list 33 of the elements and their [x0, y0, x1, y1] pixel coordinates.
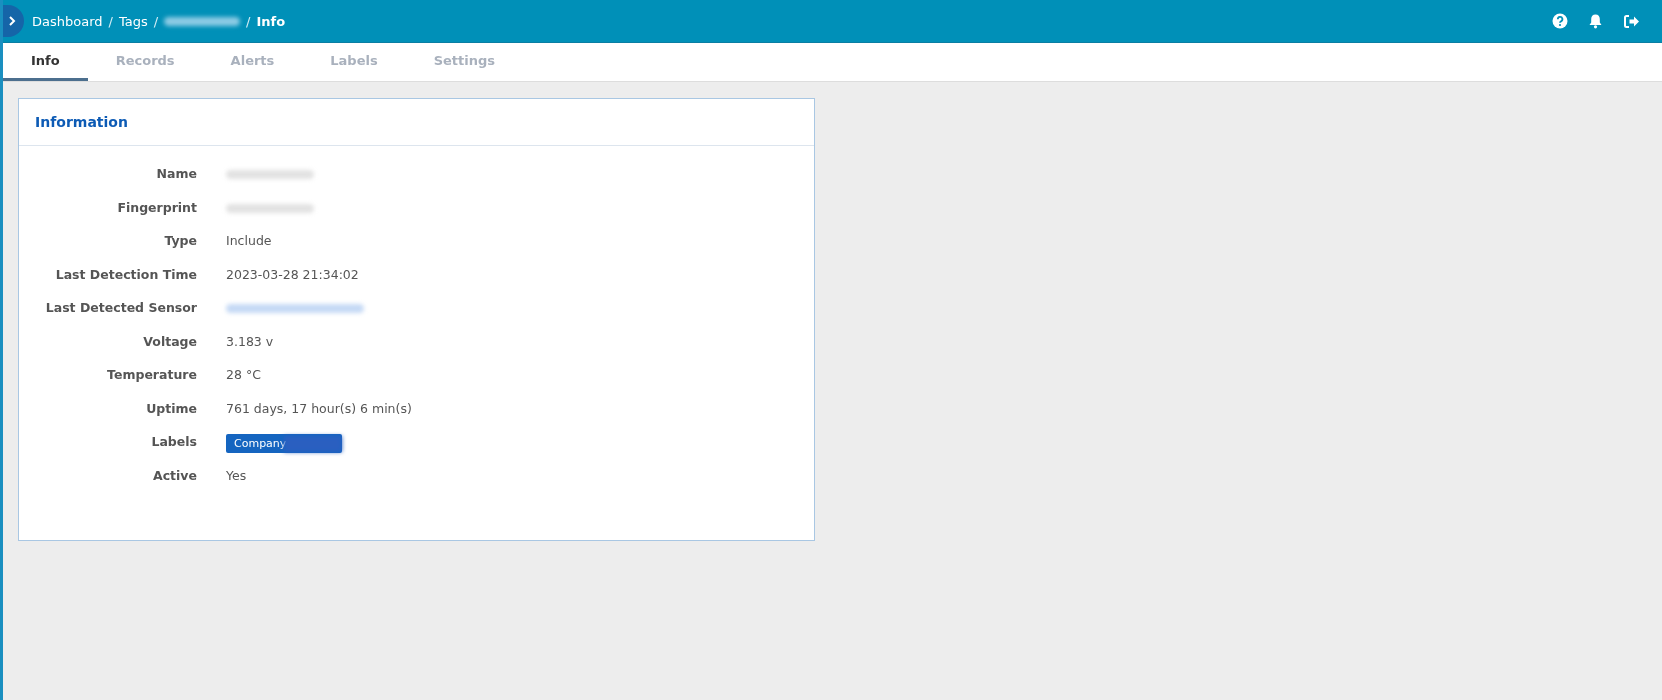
chevron-right-icon [8, 16, 16, 26]
field-value: Include [226, 232, 272, 250]
field-value: 761 days, 17 hour(s) 6 min(s) [226, 399, 412, 418]
field-label: Fingerprint [116, 198, 197, 217]
tab[interactable]: Alerts [202, 43, 303, 81]
field-label: Last Detected Sensor [44, 299, 197, 317]
tab[interactable]: Info [3, 43, 88, 81]
label-tag: Company [226, 434, 343, 453]
notifications-icon[interactable] [1588, 13, 1603, 29]
tab[interactable]: Records [87, 43, 203, 81]
field-label: Voltage [142, 332, 197, 351]
field-value: 28 °C [226, 366, 261, 384]
field-value: 2023-03-28 21:34:02 [226, 265, 359, 284]
field-label: Name [155, 165, 197, 183]
field-label: Labels [150, 433, 197, 451]
field-label: Temperature [106, 366, 197, 384]
breadcrumb-separator: / [108, 13, 113, 29]
field-value: Yes [226, 466, 247, 485]
card-title: Information [35, 114, 128, 130]
breadcrumb-current: Info [256, 13, 286, 29]
tab[interactable]: Settings [405, 43, 524, 81]
logout-icon[interactable] [1623, 13, 1640, 29]
help-icon[interactable] [1552, 13, 1568, 29]
breadcrumb-separator: / [153, 13, 159, 29]
field-label: Type [163, 232, 197, 250]
breadcrumb-link[interactable]: Dashboard [32, 13, 103, 29]
breadcrumb-link[interactable]: Tags [118, 13, 148, 29]
breadcrumb-separator: / [246, 13, 251, 29]
field-label: Last Detection Time [54, 265, 197, 284]
field-value: 3.183 v [226, 332, 274, 351]
tab[interactable]: Labels [302, 43, 406, 81]
field-label: Uptime [145, 399, 197, 418]
field-label: Active [152, 466, 197, 485]
